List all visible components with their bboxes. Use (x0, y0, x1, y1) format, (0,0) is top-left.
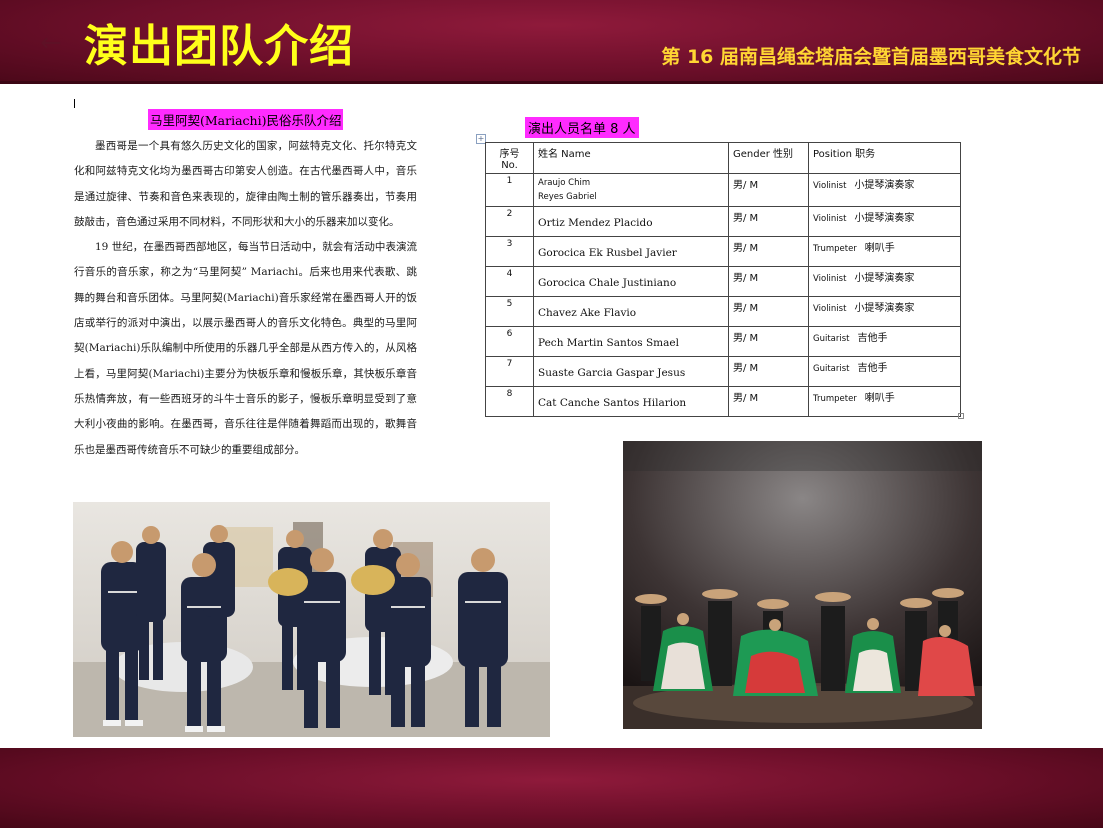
mariachi-band-photo (73, 502, 550, 737)
mariachi-intro-heading: 马里阿契(Mariachi)民俗乐队介绍 (148, 109, 344, 130)
row-name: Pech Martin Santos Smael (533, 326, 729, 357)
row-name: Gorocica Chale Justiniano (533, 266, 729, 297)
row-position: Trumpeter 喇叭手 (808, 386, 961, 417)
header-name: 姓名 Name (533, 142, 729, 174)
arrow-left-icon[interactable]: ← (40, 30, 62, 56)
row-no: 1 (485, 173, 534, 207)
table-row: 3 Gorocica Ek Rusbel Javier 男/ M Trumpet… (485, 236, 961, 267)
row-gender: 男/ M (728, 173, 809, 207)
row-position: Trumpeter 喇叭手 (808, 236, 961, 267)
row-gender: 男/ M (728, 386, 809, 417)
roster-heading: 演出人员名单 8 人 (525, 117, 639, 138)
table-row: 2 Ortiz Mendez Placido 男/ M Violinist 小提琴… (485, 206, 961, 237)
row-no: 7 (485, 356, 534, 387)
footer-banner (0, 748, 1103, 828)
slide-title: 演出团队介绍 (84, 21, 354, 72)
table-row: 6 Pech Martin Santos Smael 男/ M Guitaris… (485, 326, 961, 357)
row-name: Suaste Garcia Gaspar Jesus (533, 356, 729, 387)
row-name: Gorocica Ek Rusbel Javier (533, 236, 729, 267)
row-gender: 男/ M (728, 326, 809, 357)
header-no: 序号 No. (485, 142, 534, 174)
header-gender: Gender 性别 (728, 142, 809, 174)
table-row: 8 Cat Canche Santos Hilarion 男/ M Trumpe… (485, 386, 961, 417)
text-cursor (74, 99, 75, 108)
row-position: Guitarist 吉他手 (808, 356, 961, 387)
row-gender: 男/ M (728, 236, 809, 267)
mariachi-intro-text: 墨西哥是一个具有悠久历史文化的国家，阿兹特克文化、托尔特克文化和阿兹特克文化均为… (74, 134, 417, 463)
festival-subtitle: 第 16 届南昌绳金塔庙会暨首届墨西哥美食文化节 (661, 46, 1081, 68)
row-no: 3 (485, 236, 534, 267)
row-no: 6 (485, 326, 534, 357)
table-header-row: 序号 No. 姓名 Name Gender 性别 Position 职务 (485, 142, 961, 174)
row-gender: 男/ M (728, 296, 809, 327)
row-name: Araujo Chim Reyes Gabriel (533, 173, 729, 207)
row-position: Violinist 小提琴演奏家 (808, 206, 961, 237)
row-position: Violinist 小提琴演奏家 (808, 266, 961, 297)
row-gender: 男/ M (728, 206, 809, 237)
row-position: Violinist 小提琴演奏家 (808, 173, 961, 207)
row-position: Violinist 小提琴演奏家 (808, 296, 961, 327)
intro-paragraph: 墨西哥是一个具有悠久历史文化的国家，阿兹特克文化、托尔特克文化和阿兹特克文化均为… (74, 140, 417, 228)
row-no: 2 (485, 206, 534, 237)
row-name: Cat Canche Santos Hilarion (533, 386, 729, 417)
table-row: 5 Chavez Ake Flavio 男/ M Violinist 小提琴演奏家 (485, 296, 961, 327)
row-position: Guitarist 吉他手 (808, 326, 961, 357)
table-resize-handle[interactable] (958, 413, 964, 419)
table-row: 1 Araujo Chim Reyes Gabriel 男/ M Violinis… (485, 173, 961, 207)
row-name: Ortiz Mendez Placido (533, 206, 729, 237)
row-gender: 男/ M (728, 266, 809, 297)
row-no: 8 (485, 386, 534, 417)
performer-roster-table: 序号 No. 姓名 Name Gender 性别 Position 职务 1 Ar… (485, 142, 961, 417)
intro-paragraph: 19 世纪，在墨西哥西部地区，每当节日活动中，就会有活动中表演流行音乐的音乐家，… (74, 241, 417, 456)
row-name: Chavez Ake Flavio (533, 296, 729, 327)
row-no: 4 (485, 266, 534, 297)
folk-dance-photo (623, 441, 982, 729)
row-no: 5 (485, 296, 534, 327)
table-row: 4 Gorocica Chale Justiniano 男/ M Violini… (485, 266, 961, 297)
header-position: Position 职务 (808, 142, 961, 174)
table-row: 7 Suaste Garcia Gaspar Jesus 男/ M Guitar… (485, 356, 961, 387)
row-gender: 男/ M (728, 356, 809, 387)
